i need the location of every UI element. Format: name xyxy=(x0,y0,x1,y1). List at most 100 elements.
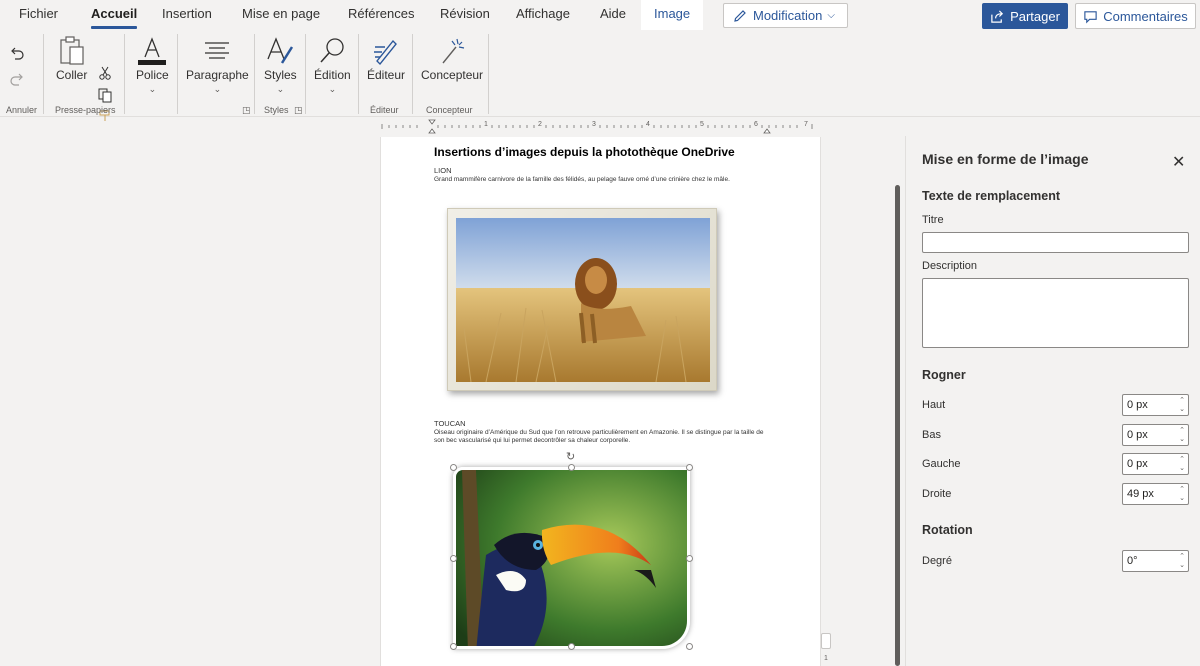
comment-icon xyxy=(1084,10,1097,23)
group-label-styles: Styles xyxy=(264,105,289,115)
lion-image-frame[interactable] xyxy=(447,208,717,391)
undo-icon[interactable] xyxy=(8,44,26,62)
editor-label: Éditeur xyxy=(367,68,406,82)
bas-label: Bas xyxy=(922,429,941,441)
tab-revision[interactable]: Révision xyxy=(440,6,490,28)
stepper-arrows-icon[interactable]: ⌃ ⌄ xyxy=(1179,455,1185,473)
resize-handle[interactable] xyxy=(450,464,457,471)
haut-stepper[interactable]: 0 px ⌃ ⌄ xyxy=(1122,394,1189,416)
font-button[interactable]: Police ⌄ xyxy=(136,34,169,94)
vertical-scrollbar[interactable] xyxy=(895,185,900,666)
share-label: Partager xyxy=(1010,8,1060,24)
titre-input[interactable] xyxy=(922,232,1189,253)
tab-references[interactable]: Références xyxy=(348,6,414,28)
bas-stepper[interactable]: 0 px ⌃ ⌄ xyxy=(1122,424,1189,446)
description-label: Description xyxy=(922,260,978,272)
paste-button[interactable]: Coller xyxy=(56,34,87,82)
lion-description[interactable]: Grand mammifère carnivore de la famille … xyxy=(434,176,769,184)
lion-heading[interactable]: LION xyxy=(434,166,452,175)
tab-fichier[interactable]: Fichier xyxy=(19,6,58,28)
alt-text-section-title: Texte de remplacement xyxy=(922,189,1061,203)
dialog-launcher-icon[interactable]: ◳ xyxy=(242,105,251,116)
comments-label: Commentaires xyxy=(1103,8,1188,24)
paste-icon xyxy=(60,36,84,65)
modification-mode-button[interactable]: Modification ⌵ xyxy=(723,3,848,28)
toucan-heading[interactable]: TOUCAN xyxy=(434,419,466,428)
gauche-label: Gauche xyxy=(922,458,961,470)
chevron-down-icon: ⌄ xyxy=(328,84,337,94)
tab-affichage[interactable]: Affichage xyxy=(516,6,570,28)
toucan-description[interactable]: Oiseau originaire d’Amérique du Sud que … xyxy=(434,429,769,445)
group-label-presse-papiers: Presse-papiers xyxy=(55,105,116,115)
droite-label: Droite xyxy=(922,488,952,500)
edition-label: Édition xyxy=(314,68,351,82)
resize-handle[interactable] xyxy=(686,464,693,471)
tab-aide[interactable]: Aide xyxy=(600,6,626,28)
dialog-launcher-icon[interactable]: ◳ xyxy=(294,105,303,116)
pane-title: Mise en forme de l’image xyxy=(922,151,1089,167)
tab-mise-en-page[interactable]: Mise en page xyxy=(242,6,320,28)
toucan-image-selection[interactable]: ↻ xyxy=(450,451,693,650)
close-icon[interactable]: ✕ xyxy=(1172,152,1185,172)
cut-icon[interactable] xyxy=(97,65,113,81)
resize-handle[interactable] xyxy=(686,555,693,562)
titre-label: Titre xyxy=(922,214,944,226)
bas-value: 0 px xyxy=(1127,429,1148,441)
comments-button[interactable]: Commentaires xyxy=(1075,3,1196,29)
designer-label: Concepteur xyxy=(421,68,484,82)
resize-handle[interactable] xyxy=(568,464,575,471)
group-label-editeur: Éditeur xyxy=(370,105,399,115)
divider xyxy=(177,34,178,114)
rotate-handle-icon[interactable]: ↻ xyxy=(566,450,575,463)
divider xyxy=(488,34,489,114)
degre-label: Degré xyxy=(922,555,952,567)
copy-icon[interactable] xyxy=(97,87,113,103)
paragraph-icon xyxy=(205,42,230,59)
tab-insertion[interactable]: Insertion xyxy=(162,6,212,28)
stepper-arrows-icon[interactable]: ⌃ ⌄ xyxy=(1179,485,1185,503)
droite-stepper[interactable]: 49 px ⌃ ⌄ xyxy=(1122,483,1189,505)
chevron-down-icon: ⌄ xyxy=(276,84,285,94)
chevron-down-icon: ⌄ xyxy=(148,84,157,94)
format-picture-pane: Mise en forme de l’image ✕ Texte de remp… xyxy=(905,136,1200,666)
search-icon xyxy=(320,38,344,63)
font-label: Police xyxy=(136,68,169,82)
paragraph-button[interactable]: Paragraphe ⌄ xyxy=(186,34,249,94)
editor-icon xyxy=(374,39,397,66)
resize-handle[interactable] xyxy=(568,643,575,650)
haut-value: 0 px xyxy=(1127,399,1148,411)
degre-stepper[interactable]: 0° ⌃ ⌄ xyxy=(1122,550,1189,572)
stepper-arrows-icon[interactable]: ⌃ ⌄ xyxy=(1179,396,1185,414)
description-input[interactable] xyxy=(922,278,1189,348)
haut-label: Haut xyxy=(922,399,946,411)
edition-button[interactable]: Édition ⌄ xyxy=(314,34,351,94)
stepper-arrows-icon[interactable]: ⌃ ⌄ xyxy=(1179,426,1185,444)
paragraph-label: Paragraphe xyxy=(186,68,249,82)
crop-section-title: Rogner xyxy=(922,368,966,382)
tab-accueil[interactable]: Accueil xyxy=(91,6,138,29)
ruler-number: 3 xyxy=(592,121,596,128)
share-button[interactable]: Partager xyxy=(982,3,1068,29)
resize-handle[interactable] xyxy=(686,643,693,650)
tab-image[interactable]: Image xyxy=(641,0,704,30)
resize-handle[interactable] xyxy=(450,555,457,562)
resize-handle[interactable] xyxy=(450,643,457,650)
lion-image[interactable] xyxy=(456,218,710,382)
rotation-section-title: Rotation xyxy=(922,523,973,537)
document-title[interactable]: Insertions d’images depuis la photothèqu… xyxy=(434,145,735,159)
editor-button[interactable]: Éditeur xyxy=(367,34,405,82)
menu-bar: Fichier Accueil Insertion Mise en page R… xyxy=(0,0,1200,30)
styles-icon xyxy=(267,37,294,64)
designer-button[interactable]: Concepteur xyxy=(421,34,483,82)
toucan-image[interactable] xyxy=(453,467,690,649)
ruler-number: 2 xyxy=(538,121,542,128)
stepper-arrows-icon[interactable]: ⌃ ⌄ xyxy=(1179,552,1185,570)
page-thumbnail[interactable] xyxy=(821,633,831,649)
styles-button[interactable]: Styles ⌄ xyxy=(264,34,297,94)
font-color-icon xyxy=(138,37,167,65)
degre-value: 0° xyxy=(1127,555,1138,567)
gauche-stepper[interactable]: 0 px ⌃ ⌄ xyxy=(1122,453,1189,475)
redo-icon[interactable] xyxy=(8,70,26,88)
document-page[interactable]: Insertions d’images depuis la photothèqu… xyxy=(380,137,821,666)
divider xyxy=(124,34,125,114)
